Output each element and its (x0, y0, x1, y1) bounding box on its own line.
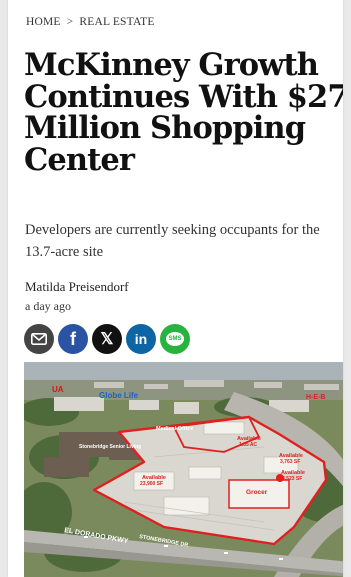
headline-line: Million Shopping (24, 110, 306, 146)
breadcrumb-home-link[interactable]: HOME (26, 16, 61, 28)
available-suite-size-2: 4,523 SF (282, 476, 302, 482)
linkedin-icon: in (134, 331, 148, 347)
article-headline: McKinney Growth Continues With $27 Milli… (24, 47, 343, 178)
sms-icon: SMS (166, 332, 184, 346)
medical-office-label: Medical Office (156, 426, 193, 432)
article-dek: Developers are currently seeking occupan… (25, 222, 320, 260)
heb-label: H-E-B (306, 394, 325, 401)
article-hero-image[interactable]: Globe Life UA Medical Office Available 1… (24, 362, 343, 577)
share-x-button[interactable]: 𝕏 (92, 324, 122, 354)
article-card: HOME > REAL ESTATE McKinney Growth Continu… (8, 0, 343, 577)
email-icon (31, 333, 47, 345)
available-suite-size: 3,763 SF (280, 459, 300, 465)
available-anchor-size: 23,900 SF (140, 481, 163, 487)
author-name[interactable]: Matilda Preisendorf (25, 279, 129, 295)
grocer-label: Grocer (246, 489, 268, 496)
facebook-icon: f (70, 328, 76, 349)
breadcrumb-section-link[interactable]: REAL ESTATE (79, 16, 154, 28)
breadcrumb-separator: > (66, 16, 74, 28)
share-bar: f 𝕏 in SMS (24, 324, 190, 354)
headline-line: Center (24, 141, 135, 178)
publish-time: a day ago (25, 299, 71, 313)
ua-label: UA (52, 385, 64, 394)
share-facebook-button[interactable]: f (58, 324, 88, 354)
share-sms-button[interactable]: SMS (160, 324, 190, 354)
globe-life-label: Globe Life (99, 391, 139, 400)
aerial-site-map: Globe Life UA Medical Office Available 1… (24, 362, 343, 577)
share-email-button[interactable] (24, 324, 54, 354)
headline-line: Continues With $27 (24, 78, 343, 115)
headline-line: McKinney Growth (24, 47, 319, 83)
available-parcel-size: 1.35 AC (239, 442, 258, 448)
x-icon: 𝕏 (100, 331, 114, 348)
senior-living-label: Stonebridge Senior Living (79, 444, 141, 450)
share-linkedin-button[interactable]: in (126, 324, 156, 354)
breadcrumb: HOME > REAL ESTATE (26, 16, 155, 28)
